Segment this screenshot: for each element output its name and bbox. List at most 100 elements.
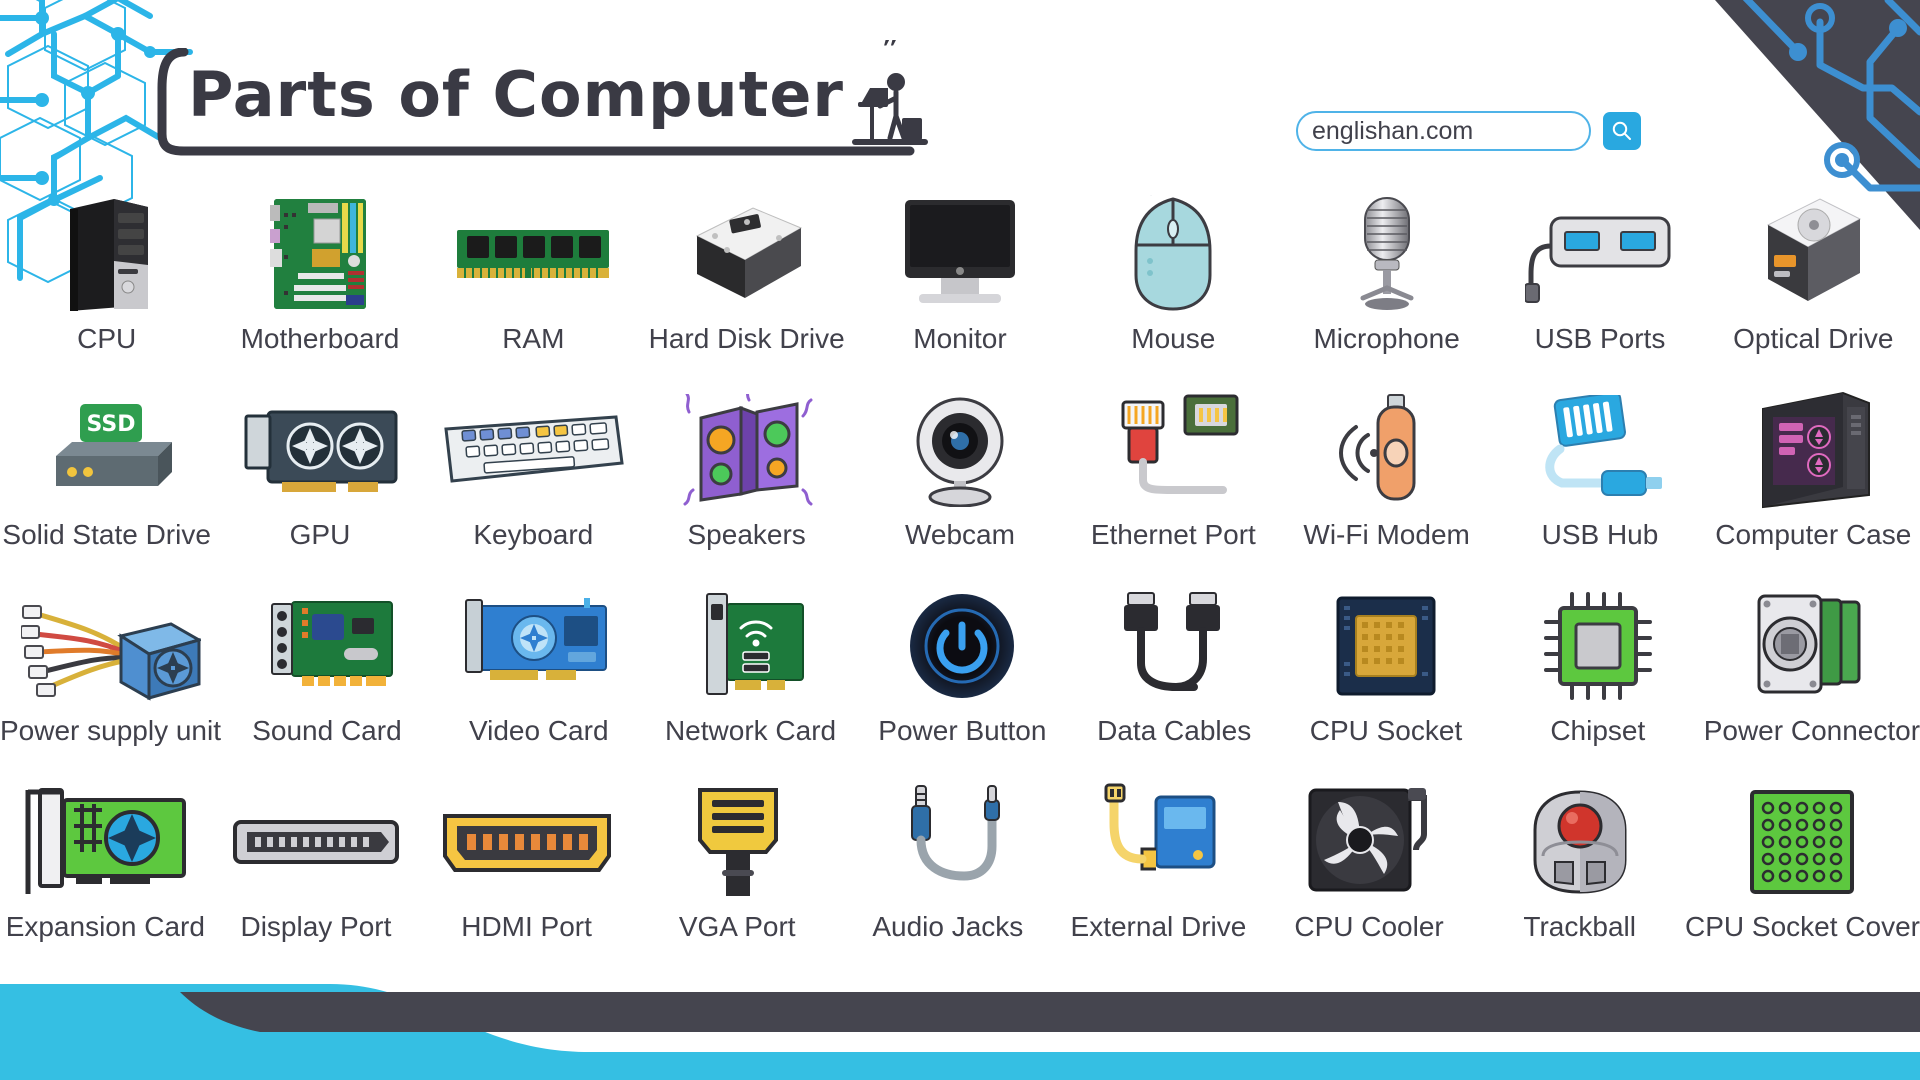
item-label: External Drive: [1070, 911, 1247, 942]
cell-art: [1492, 582, 1704, 710]
item-label: Display Port: [240, 911, 392, 942]
cell-art: [221, 582, 433, 710]
grid-item-power-connector[interactable]: Power Connector: [1704, 582, 1920, 778]
cell-art: [433, 582, 645, 710]
grid-item-webcam[interactable]: Webcam: [853, 386, 1066, 582]
grid-item-keyboard[interactable]: Keyboard: [427, 386, 640, 582]
grid-item-speakers[interactable]: Speakers: [640, 386, 853, 582]
cpu-cooler-fan-icon: [1308, 788, 1428, 892]
grid-item-monitor[interactable]: Monitor: [853, 190, 1066, 386]
item-label: Computer Case: [1715, 519, 1912, 550]
cell-art: [213, 386, 426, 514]
item-label: Power Connector: [1703, 715, 1920, 746]
cell-art: [1493, 386, 1706, 514]
grid-item-power-supply-unit[interactable]: Power supply unit: [0, 582, 221, 778]
power-connector-icon: [1757, 594, 1861, 694]
grid-item-solid-state-drive[interactable]: SSD Solid State Drive: [0, 386, 213, 582]
grid-item-network-card[interactable]: Network Card: [645, 582, 857, 778]
data-cable-icon: [1124, 592, 1221, 691]
item-label: CPU: [77, 323, 137, 354]
grid-item-mouse[interactable]: Mouse: [1067, 190, 1280, 386]
grid-item-video-card[interactable]: Video Card: [433, 582, 645, 778]
item-label: Webcam: [904, 519, 1015, 550]
cell-art: [427, 386, 640, 514]
grid-item-cpu-socket[interactable]: CPU Socket: [1280, 582, 1492, 778]
item-label: RAM: [502, 323, 565, 354]
wifi-modem-icon: [1338, 394, 1416, 501]
grid-item-motherboard[interactable]: Motherboard: [213, 190, 426, 386]
grid-item-vga-port[interactable]: VGA Port: [632, 778, 843, 974]
cell-art: [853, 190, 1066, 318]
poster-root: Parts of Computer ” englishan.com CPU Mo…: [0, 0, 1920, 1080]
cell-art: [640, 386, 853, 514]
item-label: Ethernet Port: [1090, 519, 1256, 550]
grid-item-microphone[interactable]: Microphone: [1280, 190, 1493, 386]
grid-item-audio-jacks[interactable]: Audio Jacks: [843, 778, 1054, 974]
trackball-icon: [1533, 790, 1627, 894]
grid-item-hdmi-port[interactable]: HDMI Port: [421, 778, 632, 974]
search-button[interactable]: [1603, 112, 1641, 150]
item-label: Optical Drive: [1733, 323, 1894, 354]
grid-item-chipset[interactable]: Chipset: [1492, 582, 1704, 778]
grid-item-display-port[interactable]: Display Port: [211, 778, 422, 974]
grid-item-cpu-socket-cover[interactable]: CPU Socket Cover: [1685, 778, 1920, 974]
grid-item-trackball[interactable]: Trackball: [1474, 778, 1685, 974]
grid-item-sound-card[interactable]: Sound Card: [221, 582, 433, 778]
item-label: Solid State Drive: [2, 519, 211, 550]
grid-item-cpu-cooler[interactable]: CPU Cooler: [1264, 778, 1475, 974]
memory-stick-icon: [457, 230, 610, 278]
item-label: USB Ports: [1534, 323, 1666, 354]
cell-art: [0, 778, 211, 906]
item-label: Mouse: [1131, 323, 1216, 354]
grid-item-usb-hub[interactable]: USB Hub: [1493, 386, 1706, 582]
usb-hub-icon: [1545, 395, 1662, 496]
cell-art: [213, 190, 426, 318]
power-supply-unit-icon: [20, 605, 201, 701]
grid-item-power-button[interactable]: Power Button: [856, 582, 1068, 778]
computer-tower-icon: [69, 199, 148, 311]
cell-art: [640, 190, 853, 318]
grid-item-gpu[interactable]: GPU: [213, 386, 426, 582]
grid-item-hard-disk-drive[interactable]: Hard Disk Drive: [640, 190, 853, 386]
item-label: CPU Socket Cover: [1685, 911, 1920, 942]
cell-art: [427, 190, 640, 318]
item-label: CPU Cooler: [1294, 911, 1444, 942]
usb-ports-icon: [1524, 216, 1671, 303]
grid-item-cpu[interactable]: CPU: [0, 190, 213, 386]
page-title: Parts of Computer: [188, 58, 844, 131]
grid-item-expansion-card[interactable]: Expansion Card: [0, 778, 211, 974]
grid-item-optical-drive[interactable]: Optical Drive: [1707, 190, 1920, 386]
cpu-socket-icon: [1336, 596, 1436, 696]
search-bar[interactable]: [1296, 111, 1641, 151]
grid-item-usb-ports[interactable]: USB Ports: [1493, 190, 1706, 386]
item-label: Hard Disk Drive: [648, 323, 845, 354]
item-label: USB Hub: [1541, 519, 1659, 550]
computer-case-icon: [1762, 391, 1871, 509]
cpu-socket-cover-icon: [1750, 790, 1855, 894]
person-at-desk-icon: ”: [852, 40, 928, 145]
item-label: Motherboard: [240, 323, 400, 354]
grid-item-data-cables[interactable]: Data Cables: [1068, 582, 1280, 778]
cell-art: [856, 582, 1068, 710]
grid-item-ethernet-port[interactable]: Ethernet Port: [1067, 386, 1280, 582]
grid-item-external-drive[interactable]: External Drive: [1053, 778, 1264, 974]
item-label: GPU: [289, 519, 351, 550]
cell-art: [1068, 582, 1280, 710]
grid-row: SSD Solid State Drive GPU Keyboard Speak…: [0, 386, 1920, 582]
grid-item-computer-case[interactable]: Computer Case: [1707, 386, 1920, 582]
item-label: Chipset: [1550, 715, 1646, 746]
grid-item-wifi-modem[interactable]: Wi-Fi Modem: [1280, 386, 1493, 582]
search-input[interactable]: [1296, 111, 1591, 151]
cell-art: [1707, 190, 1920, 318]
cell-art: [1280, 582, 1492, 710]
grid-row: Power supply unit Sound Card Video Card …: [0, 582, 1920, 778]
ethernet-port-icon: [1121, 394, 1239, 494]
cell-art: [632, 778, 843, 906]
item-label: Keyboard: [473, 519, 594, 550]
cell-art: [1685, 778, 1920, 906]
grid-item-ram[interactable]: RAM: [427, 190, 640, 386]
motherboard-icon: [269, 199, 366, 309]
item-label: Wi-Fi Modem: [1303, 519, 1470, 550]
video-card-icon: [464, 598, 607, 680]
cell-art: [1280, 190, 1493, 318]
